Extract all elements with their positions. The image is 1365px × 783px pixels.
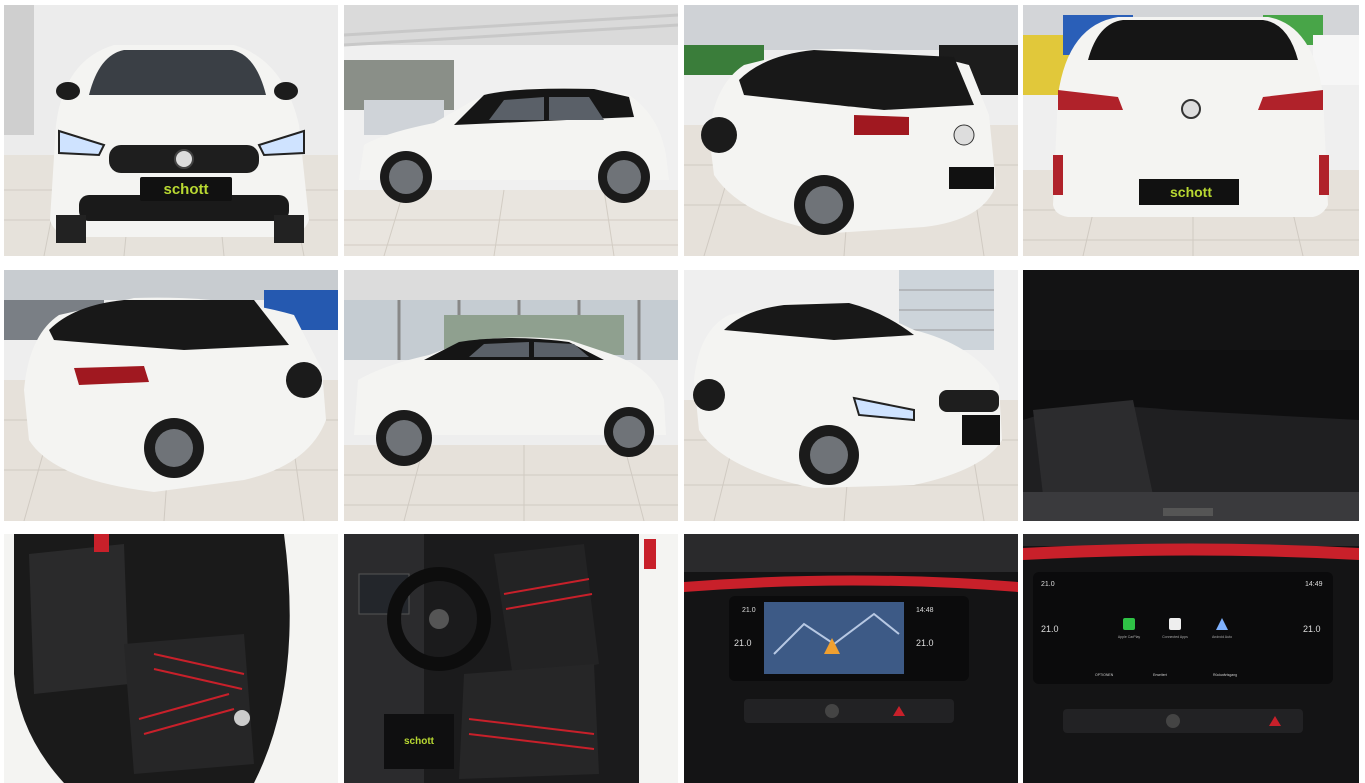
app-label-connected: Connected Apps: [1162, 635, 1188, 639]
photo-side-view-left-2[interactable]: [344, 270, 678, 521]
photo-front-seats-cockpit[interactable]: schott: [344, 534, 678, 783]
infotainment-nav-image: 21.0 14:48 21.0 21.0: [684, 534, 1018, 783]
photo-rear-three-quarter-left-2[interactable]: [4, 270, 338, 521]
infotainment-home-image: 21.0 14:49 21.0 21.0 Apple CarPlay Conne…: [1023, 534, 1359, 783]
photo-gallery: schott schott schott 21.0 14:48 21.0 21.…: [0, 0, 1365, 783]
photo-front-three-quarter-right[interactable]: [684, 270, 1018, 521]
home-temp-right: 21.0: [1303, 624, 1321, 634]
photo-rear-seats[interactable]: [4, 534, 338, 783]
carplay-app-icon: [1123, 618, 1135, 630]
floor-mat-text: schott: [404, 736, 435, 747]
front-three-quarter-image: [684, 270, 1018, 521]
front-view-image: schott: [4, 5, 338, 256]
photo-infotainment-home[interactable]: 21.0 14:49 21.0 21.0 Apple CarPlay Conne…: [1023, 534, 1359, 783]
home-tab-extended: Erweitert: [1153, 673, 1167, 677]
photo-side-view-left[interactable]: [344, 5, 678, 256]
nav-temp-display-right: 21.0: [916, 638, 934, 648]
photo-rear-three-quarter-left[interactable]: [684, 5, 1018, 256]
home-temp-top: 21.0: [1041, 581, 1055, 588]
nav-temp-left: 21.0: [742, 607, 756, 614]
photo-infotainment-navigation[interactable]: 21.0 14:48 21.0 21.0: [684, 534, 1018, 783]
rear-three-quarter-image-2: [4, 270, 338, 521]
app-label-android: Android Auto: [1212, 635, 1232, 639]
home-tab-options: OPTIONEN: [1095, 673, 1114, 677]
photo-trunk-interior[interactable]: [1023, 270, 1359, 521]
photo-front-view[interactable]: schott: [4, 5, 338, 256]
rear-view-image: schott: [1023, 5, 1359, 256]
nav-time: 14:48: [916, 607, 934, 614]
home-temp-left: 21.0: [1041, 624, 1059, 634]
app-label-carplay: Apple CarPlay: [1118, 635, 1141, 639]
front-seats-image: schott: [344, 534, 678, 783]
dealer-plate-text: schott: [164, 181, 209, 198]
dealer-plate-text-rear: schott: [1170, 184, 1212, 200]
side-view-image-2: [344, 270, 678, 521]
connected-apps-icon: [1169, 618, 1181, 630]
home-tab-reverse: Rückwärtsgang: [1213, 673, 1237, 677]
photo-rear-view[interactable]: schott: [1023, 5, 1359, 256]
side-view-image: [344, 5, 678, 256]
rear-seats-image: [4, 534, 338, 783]
home-time: 14:49: [1305, 581, 1323, 588]
trunk-image: [1023, 270, 1359, 521]
nav-temp-display-left: 21.0: [734, 638, 752, 648]
rear-three-quarter-image: [684, 5, 1018, 256]
